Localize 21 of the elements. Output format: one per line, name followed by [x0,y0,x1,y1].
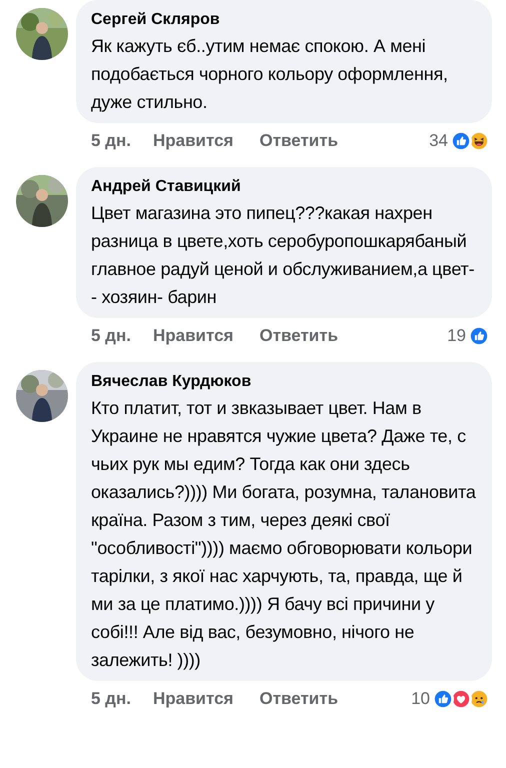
comment-text: Цвет магазина это пипец???какая нахрен разница в цвете,хоть серобуропошкарябаный главное радуй ценой и обслуживанием,а цвет-- хозяин- барин [91,202,476,309]
like-link[interactable]: Нравится [152,323,234,349]
reply-link[interactable]: Ответить [259,128,338,154]
reaction-count: 10 [411,688,430,710]
reply-link[interactable]: Ответить [259,686,338,712]
like-reaction-icon [432,688,454,710]
reply-link[interactable]: Ответить [259,323,338,349]
comment-text: Кто платит, тот и звказывает цвет. Нам в Украине не нравятся чужие цвета? Даже те, с чьих рук мы едим? Тогда как они здесь оказались?)))) Ми богата, розумна, талановита країна. Разом з тим, через деякі свої "особливості")))) маємо обговорювати кольори тарілки, з якої нас харчують, та, правда, ще й ми за це платимо.)))) Я бачу всі причини у собі!!! Але від вас, безумовно, нічого не залежить! )))) [91,397,477,672]
like-link[interactable]: Нравится [152,686,234,712]
like-link[interactable]: Нравится [152,128,234,154]
reaction-count: 34 [429,130,448,152]
comment-text: Як кажуть єб..утим немає спокою. А мені подобається чорного кольору оформлення, дуже стильно. [91,35,449,114]
author-name[interactable]: Вячеслав Курдюков [91,372,477,392]
comment-time[interactable]: 5 дн. [91,128,131,154]
reaction-count: 19 [447,325,466,348]
comment-time[interactable]: 5 дн. [91,323,131,349]
like-reaction-icon [468,325,490,347]
author-name[interactable]: Сергей Скляров [91,10,477,30]
like-reaction-icon [450,130,472,152]
comment-time[interactable]: 5 дн. [91,686,131,712]
author-name[interactable]: Андрей Ставицкий [91,177,477,197]
